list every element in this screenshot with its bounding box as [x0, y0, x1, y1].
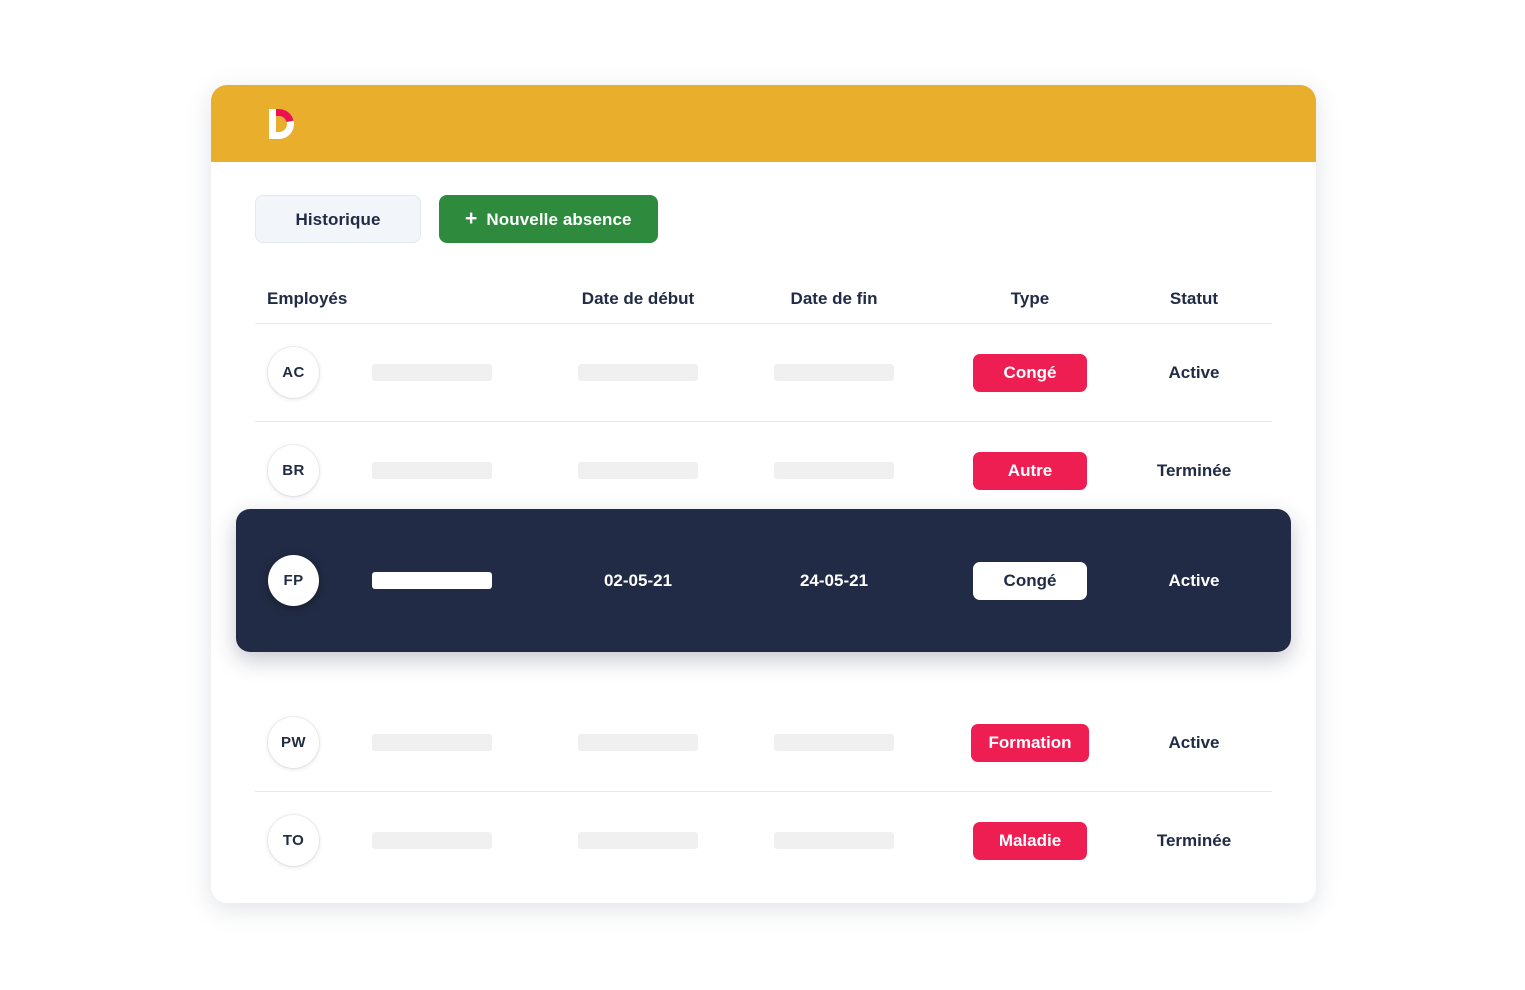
- brand-d-logo-icon: [255, 101, 301, 147]
- status-cell: Terminée: [1156, 460, 1232, 480]
- end-date-cell: [736, 462, 932, 479]
- avatar: PW: [268, 717, 319, 768]
- start-date-placeholder: [578, 364, 698, 381]
- start-date-cell: [540, 462, 736, 479]
- type-badge[interactable]: Maladie: [973, 821, 1087, 860]
- type-cell: Autre: [932, 451, 1128, 490]
- type-cell: Maladie: [932, 821, 1128, 860]
- start-date-cell: [540, 832, 736, 849]
- avatar: FP: [268, 555, 319, 606]
- app-header-bar: [211, 85, 1316, 162]
- table-row[interactable]: AC Congé Active: [255, 324, 1272, 421]
- status-cell: Active: [1168, 732, 1220, 752]
- avatar: BR: [268, 445, 319, 496]
- end-date-placeholder: [774, 734, 894, 751]
- employee-name-placeholder: [372, 462, 492, 479]
- type-badge[interactable]: Congé: [973, 353, 1087, 392]
- table-header-row: Employés Date de début Date de fin Type …: [255, 275, 1272, 323]
- toolbar: Historique + Nouvelle absence: [255, 162, 1272, 243]
- table-row[interactable]: PW Formation Active: [255, 694, 1272, 791]
- start-date-cell: 02-05-21: [603, 570, 673, 590]
- type-badge[interactable]: Formation: [971, 723, 1089, 762]
- type-cell: Formation: [932, 723, 1128, 762]
- table-row-selected[interactable]: FP 02-05-21 24-05-21 Congé Active: [236, 509, 1291, 652]
- app-screenshot: Historique + Nouvelle absence Employés D…: [0, 0, 1525, 990]
- employee-name-placeholder: [372, 572, 492, 589]
- avatar: AC: [268, 347, 319, 398]
- end-date-cell: [736, 364, 932, 381]
- status-cell: Active: [1168, 570, 1220, 590]
- end-date-placeholder: [774, 364, 894, 381]
- start-date-cell: [540, 734, 736, 751]
- end-date-cell: [736, 832, 932, 849]
- avatar: TO: [268, 815, 319, 866]
- type-badge[interactable]: Autre: [973, 451, 1087, 490]
- end-date-placeholder: [774, 832, 894, 849]
- end-date-placeholder: [774, 462, 894, 479]
- status-cell: Terminée: [1156, 830, 1232, 850]
- type-badge[interactable]: Congé: [973, 561, 1087, 600]
- employee-cell: TO: [255, 815, 540, 866]
- column-header-start-date: Date de début: [581, 289, 695, 308]
- employee-name-placeholder: [372, 734, 492, 751]
- column-header-end-date: Date de fin: [790, 289, 878, 308]
- new-absence-label: Nouvelle absence: [486, 209, 632, 229]
- employee-cell: PW: [255, 717, 540, 768]
- type-cell: Congé: [932, 353, 1128, 392]
- employee-cell: AC: [255, 347, 540, 398]
- employee-cell: BR: [255, 445, 540, 496]
- end-date-cell: [736, 734, 932, 751]
- history-button[interactable]: Historique: [255, 195, 421, 243]
- status-cell: Active: [1168, 362, 1220, 382]
- start-date-placeholder: [578, 832, 698, 849]
- employee-name-placeholder: [372, 364, 492, 381]
- start-date-placeholder: [578, 734, 698, 751]
- start-date-cell: [540, 364, 736, 381]
- end-date-cell: 24-05-21: [799, 570, 869, 590]
- table-row[interactable]: TO Maladie Terminée: [255, 792, 1272, 889]
- new-absence-button[interactable]: + Nouvelle absence: [439, 195, 658, 243]
- column-header-status: Statut: [1169, 289, 1219, 308]
- plus-icon: +: [465, 206, 478, 230]
- type-cell: Congé: [932, 561, 1128, 600]
- employee-name-placeholder: [372, 832, 492, 849]
- employee-cell: FP: [255, 555, 540, 606]
- column-header-type: Type: [1010, 289, 1050, 308]
- absences-card: Historique + Nouvelle absence Employés D…: [211, 85, 1316, 903]
- start-date-placeholder: [578, 462, 698, 479]
- column-header-employees: Employés: [267, 289, 348, 308]
- table-row[interactable]: BR Autre Terminée: [255, 422, 1272, 519]
